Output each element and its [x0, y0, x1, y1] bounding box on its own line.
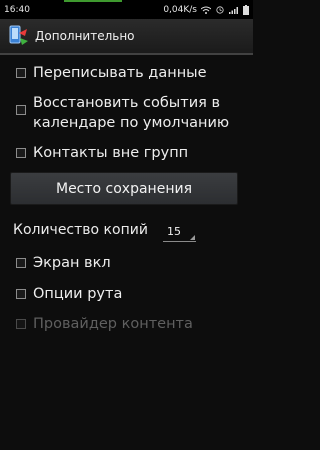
- sync-app-icon[interactable]: [8, 24, 30, 48]
- page-title: Дополнительно: [35, 29, 135, 43]
- battery-icon: [243, 4, 249, 15]
- net-speed: 0,04K/s: [163, 4, 197, 15]
- alarm-icon: [216, 5, 224, 14]
- action-bar: Дополнительно: [0, 19, 253, 55]
- option-label: Провайдер контента: [33, 316, 193, 332]
- checkbox[interactable]: [16, 258, 26, 268]
- option-root-options[interactable]: Опции рута: [0, 284, 253, 304]
- checkbox[interactable]: [16, 289, 26, 299]
- checkbox[interactable]: [16, 68, 26, 78]
- option-label: Переписывать данные: [33, 65, 207, 81]
- status-time: 16:40: [4, 4, 30, 15]
- option-restore-calendar[interactable]: Восстановить события в календаре по умол…: [0, 93, 253, 137]
- option-label: Опции рута: [33, 286, 123, 302]
- option-label: Контакты вне групп: [33, 145, 189, 161]
- save-location-button[interactable]: Место сохранения: [10, 172, 238, 205]
- option-label-line1: Восстановить события в: [33, 95, 220, 111]
- copies-value: 15: [167, 225, 181, 238]
- wifi-icon: [201, 6, 211, 14]
- copies-label: Количество копий: [13, 222, 148, 238]
- option-content-provider: Провайдер контента: [0, 314, 253, 334]
- checkbox[interactable]: [16, 148, 26, 158]
- option-screen-on[interactable]: Экран вкл: [0, 253, 253, 273]
- status-bar: 16:40 0,04K/s: [0, 0, 253, 19]
- dropdown-corner-icon: [190, 235, 195, 240]
- progress-indicator: [64, 0, 122, 2]
- option-label-line2: календаре по умолчанию: [33, 115, 230, 131]
- option-label: Экран вкл: [33, 255, 111, 271]
- signal-icon: [229, 6, 238, 14]
- copies-spinner[interactable]: 15: [163, 222, 196, 242]
- status-icons: 0,04K/s: [163, 4, 249, 15]
- checkbox-disabled: [16, 319, 26, 329]
- checkbox[interactable]: [16, 105, 26, 115]
